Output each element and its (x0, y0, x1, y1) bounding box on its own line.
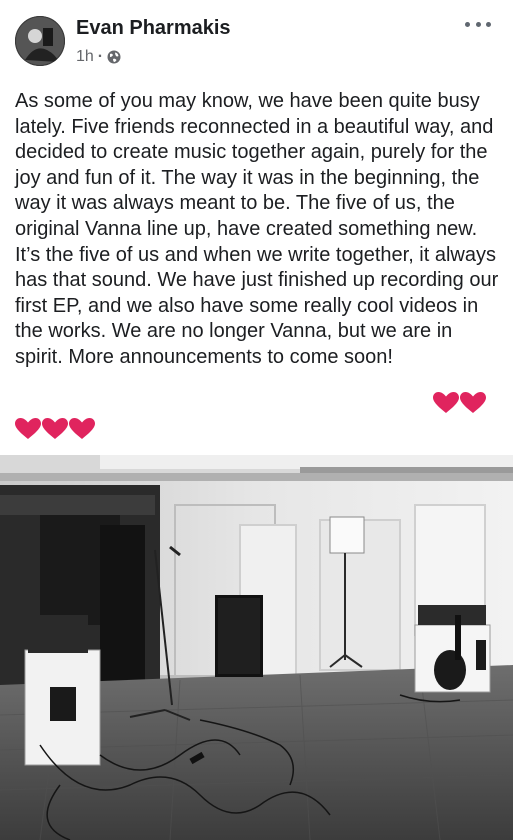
emoji-hearts-row (15, 418, 96, 440)
heart-emoji-icon (69, 418, 95, 439)
post-time[interactable]: 1h (76, 48, 94, 66)
heart-emoji-icon (42, 418, 68, 439)
author-name[interactable]: Evan Pharmakis (76, 17, 231, 40)
more-options-icon[interactable] (465, 15, 491, 33)
post-header: Evan Pharmakis 1h · (0, 0, 513, 80)
author-avatar[interactable] (15, 16, 65, 66)
post-text: As some of you may know, we have been qu… (15, 90, 499, 368)
post-photo[interactable] (0, 455, 513, 840)
studio-photo (0, 455, 513, 840)
globe-icon[interactable] (107, 50, 121, 64)
heart-emoji-icon (433, 392, 459, 413)
meta-separator: · (97, 48, 104, 65)
heart-emoji-icon (15, 418, 41, 439)
post-meta: 1h · (76, 48, 121, 66)
avatar-photo (15, 16, 65, 66)
emoji-hearts-inline (433, 392, 487, 414)
facebook-post: Evan Pharmakis 1h · As some of you may k… (0, 0, 513, 840)
heart-emoji-icon (460, 392, 486, 413)
